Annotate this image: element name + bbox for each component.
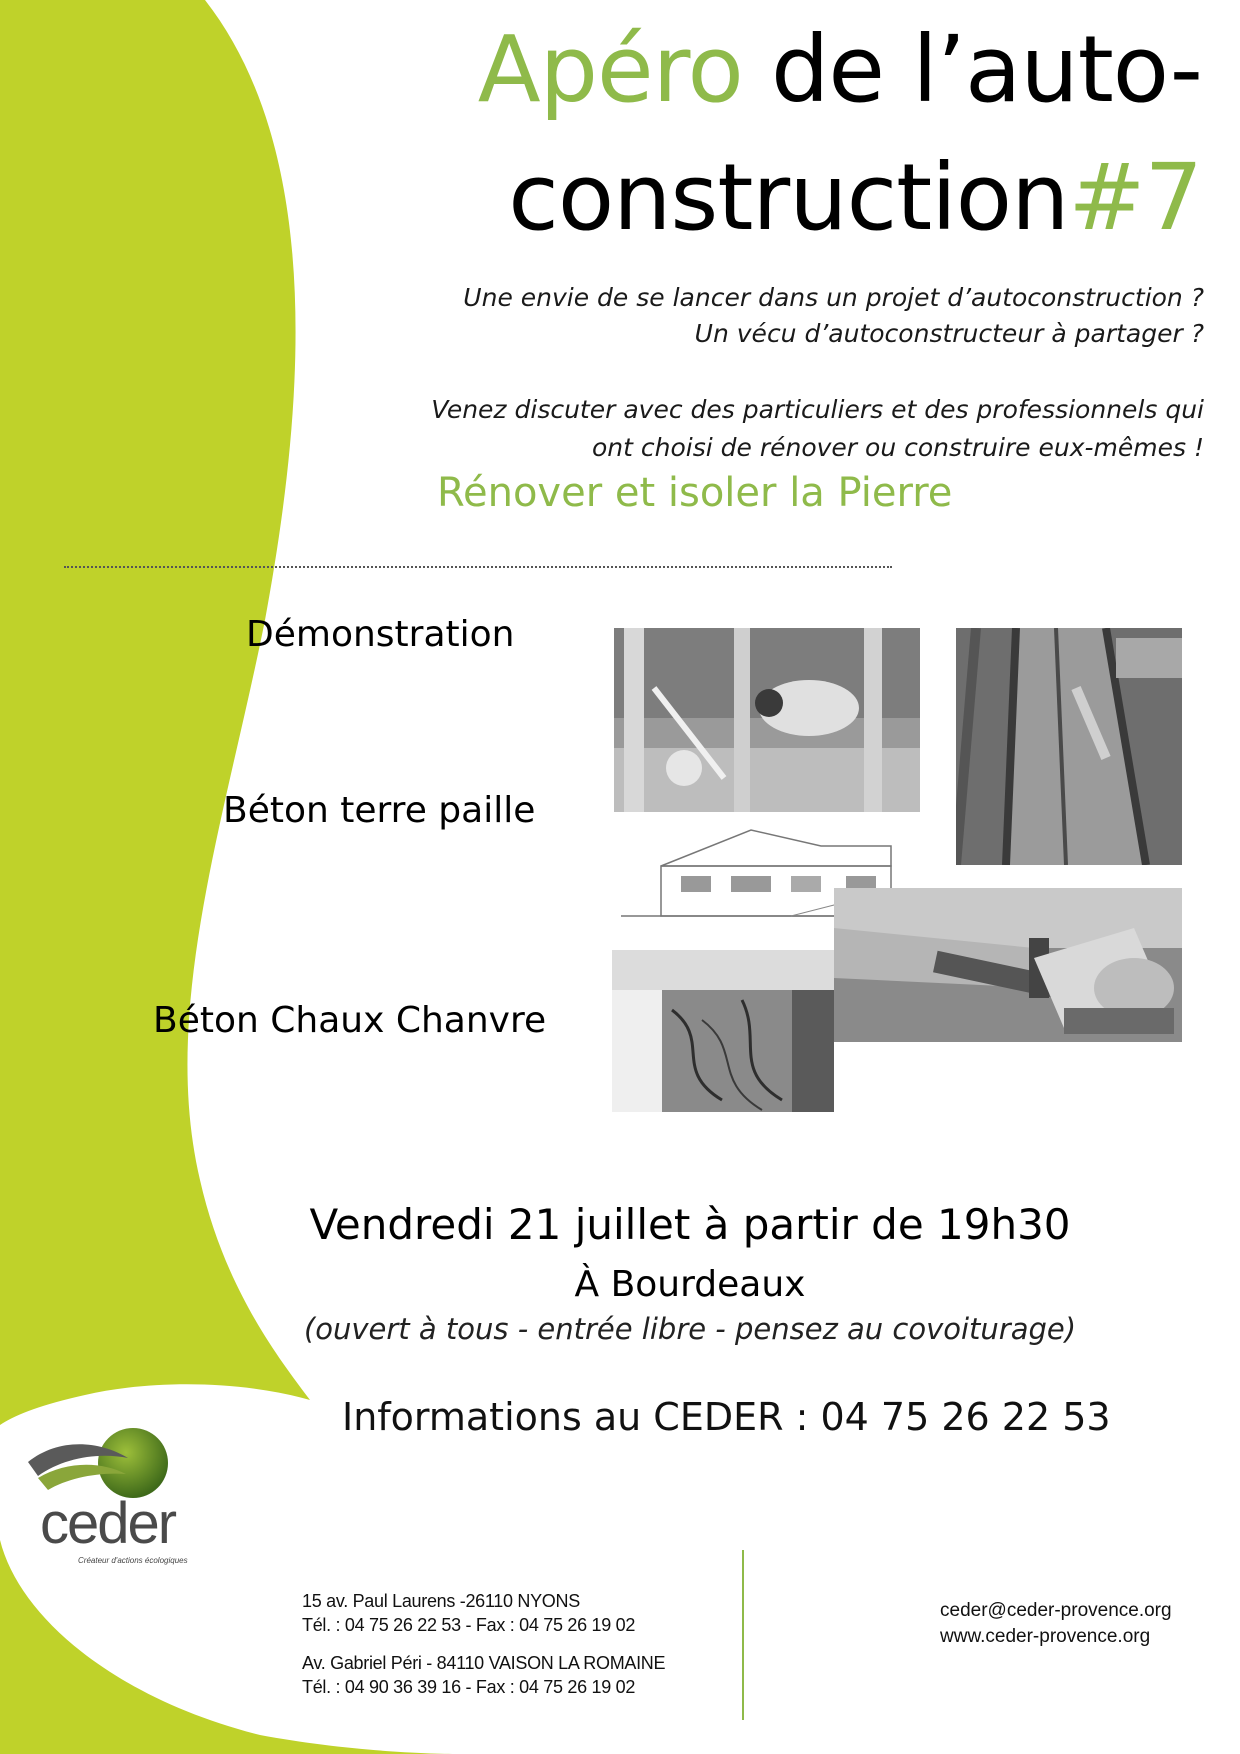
title-number: #7	[1068, 144, 1203, 251]
topic-beton-chaux-chanvre: Béton Chaux Chanvre	[153, 1000, 547, 1041]
contact-website[interactable]: www.ceder-provence.org	[940, 1626, 1150, 1648]
ceder-logo-mark	[28, 1428, 168, 1498]
address-nyons: 15 av. Paul Laurens -26110 NYONS	[302, 1591, 580, 1611]
photo-demonstration	[614, 628, 920, 812]
event-date: Vendredi 21 juillet à partir de 19h30	[309, 1200, 1071, 1249]
footer-divider	[742, 1550, 744, 1720]
intro-invite-2: ont choisi de rénover ou construire eux-…	[591, 433, 1204, 462]
photo-tools	[834, 888, 1182, 1042]
topic-beton-terre-paille: Béton terre paille	[223, 790, 536, 831]
dotted-separator	[64, 566, 892, 568]
intro-question-2: Un vécu d’autoconstructeur à partager ?	[694, 319, 1204, 348]
title-apero: Apéro	[477, 16, 744, 123]
topic-demonstration: Démonstration	[246, 614, 515, 655]
photo-wood-floor	[956, 628, 1182, 865]
address-vaison: Av. Gabriel Péri - 84110 VAISON LA ROMAI…	[302, 1653, 666, 1673]
title-de-l-auto: de l’auto-	[742, 16, 1203, 123]
intro-invite-1: Venez discuter avec des particuliers et …	[431, 395, 1204, 424]
phone-vaison: Tél. : 04 90 36 39 16 - Fax : 04 75 26 1…	[302, 1677, 636, 1697]
ceder-logo-tagline: Créateur d'actions écologiques	[78, 1556, 188, 1565]
flyer-page: Apéro de l’auto- construction#7 Une envi…	[0, 0, 1240, 1754]
page-title: Apéro de l’auto- construction#7	[302, 6, 1203, 262]
title-construction: construction	[508, 144, 1069, 251]
intro-question-1: Une envie de se lancer dans un projet d’…	[463, 283, 1204, 312]
phone-nyons: Tél. : 04 75 26 22 53 - Fax : 04 75 26 1…	[302, 1615, 636, 1635]
contact-email[interactable]: ceder@ceder-provence.org	[940, 1600, 1172, 1622]
ceder-logo-text: ceder	[40, 1491, 177, 1556]
event-subtitle: Rénover et isoler la Pierre	[437, 470, 953, 516]
photo-wall-insulation	[612, 950, 834, 1112]
event-place: À Bourdeaux	[574, 1264, 806, 1305]
event-info-phone: Informations au CEDER : 04 75 26 22 53	[342, 1395, 1111, 1439]
event-note: (ouvert à tous - entrée libre - pensez a…	[303, 1312, 1077, 1346]
